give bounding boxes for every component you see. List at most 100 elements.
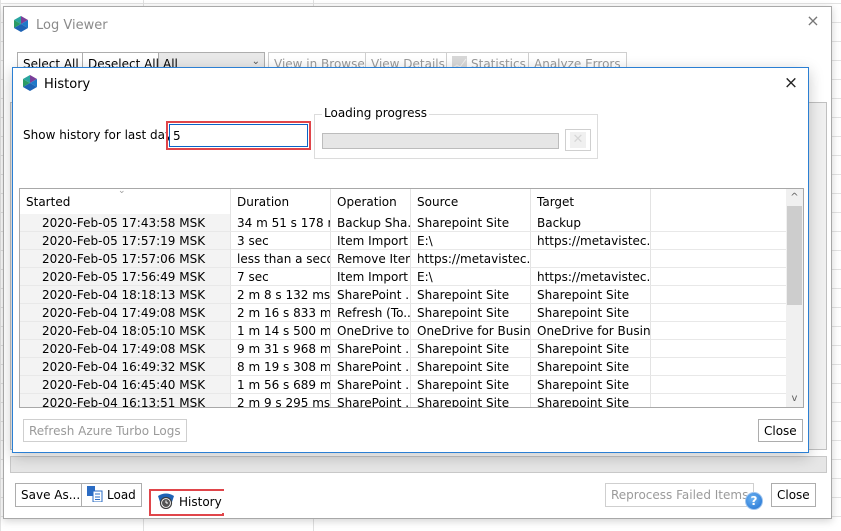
cell-operation: Item Import [331,232,411,250]
cell-operation: OneDrive to... [331,322,411,340]
table-row[interactable]: 2020-Feb-05 17:56:49 MSK 7 sec Item Import… [20,268,787,286]
cell-operation: SharePoint ... [331,286,411,304]
close-button[interactable]: Close [771,483,816,507]
cell-source: OneDrive for Busin... [411,322,531,340]
cell-source: Sharepoint Site [411,376,531,394]
history-title: History [44,77,91,92]
scrollbar-thumb[interactable] [787,206,802,305]
reprocess-failed-items-button[interactable]: Reprocess Failed Items [605,483,755,507]
vertical-scrollbar[interactable]: ^ v [786,189,803,407]
table-row[interactable]: 2020-Feb-04 17:49:08 MSK 2 m 16 s 833 ms R… [20,304,787,322]
cell-source: https://metavistec... [411,250,531,268]
table-body: 2020-Feb-05 17:43:58 MSK34 m 51 s 178 ms… [20,214,787,407]
cell-source: Sharepoint Site [411,340,531,358]
help-icon[interactable]: ? [745,492,763,510]
column-header-operation[interactable]: Operation [331,189,411,214]
cell-started: 2020-Feb-04 17:49:08 MSK [20,304,231,322]
cell-duration: 7 sec [231,268,331,286]
cell-operation: Remove Item [331,250,411,268]
days-input[interactable] [169,124,308,147]
cell-source: Sharepoint Site [411,286,531,304]
cell-operation: Item Import [331,268,411,286]
cell-duration: 2 m 8 s 132 ms [231,286,331,304]
cell-source: Sharepoint Site [411,214,531,232]
cell-operation: SharePoint ... [331,376,411,394]
cell-duration: 2 m 9 s 295 ms [231,394,331,407]
cell-duration: 8 m 19 s 308 ms [231,358,331,376]
cell-started: 2020-Feb-04 16:45:40 MSK [20,376,231,394]
scroll-down-icon[interactable]: v [786,390,803,407]
table-header: ⌄ Started Duration Operation Source Targ… [20,189,787,214]
status-bar [10,456,827,473]
cell-target: Sharepoint Site [531,358,651,376]
log-viewer-close-icon[interactable]: × [805,13,821,29]
table-row[interactable]: 2020-Feb-04 17:49:08 MSK 9 m 31 s 968 ms S… [20,340,787,358]
cell-duration: 3 sec [231,232,331,250]
column-header-started[interactable]: ⌄ Started [20,189,231,214]
cell-filler [651,358,787,376]
cell-operation: SharePoint ... [331,394,411,407]
history-titlebar: History [22,75,90,94]
cell-started: 2020-Feb-04 16:49:32 MSK [20,358,231,376]
table-row[interactable]: 2020-Feb-04 16:49:32 MSK 8 m 19 s 308 ms S… [20,358,787,376]
table-row[interactable]: 2020-Feb-05 17:57:19 MSK 3 sec Item Import… [20,232,787,250]
history-close-button[interactable]: Close [758,419,803,442]
log-viewer-titlebar: Log Viewer [13,15,108,35]
cell-filler [651,340,787,358]
loading-progress-label: Loading progress [322,106,429,120]
table-row[interactable]: 2020-Feb-04 18:05:10 MSK 1 m 14 s 500 ms O… [20,322,787,340]
scroll-up-icon[interactable]: ^ [786,189,803,206]
cell-started: 2020-Feb-05 17:43:58 MSK [20,214,231,232]
cell-duration: 9 m 31 s 968 ms [231,340,331,358]
column-header-target[interactable]: Target [531,189,651,214]
table-row[interactable]: 2020-Feb-04 16:45:40 MSK 1 m 56 s 689 ms S… [20,376,787,394]
cell-source: Sharepoint Site [411,304,531,322]
column-header-duration[interactable]: Duration [231,189,331,214]
cell-duration: less than a seco... [231,250,331,268]
cell-source: E:\ [411,232,531,250]
cell-filler [651,250,787,268]
cell-started: 2020-Feb-04 18:18:13 MSK [20,286,231,304]
load-button[interactable]: Load [81,483,142,507]
cell-target: Sharepoint Site [531,376,651,394]
sort-chevron-icon: ⌄ [118,188,126,196]
table-row[interactable]: 2020-Feb-05 17:57:06 MSKless than a seco… [20,250,787,268]
cell-target: Sharepoint Site [531,394,651,407]
load-label: Load [107,488,136,502]
cell-target: https://metavistec... [531,232,651,250]
refresh-azure-turbo-logs-button[interactable]: Refresh Azure Turbo Logs [23,419,187,442]
cell-filler [651,232,787,250]
cell-filler [651,286,787,304]
cell-source: E:\ [411,268,531,286]
history-clock-icon [157,493,175,512]
cell-target: OneDrive for Busin... [531,322,651,340]
table-row[interactable]: 2020-Feb-04 16:13:51 MSK 2 m 9 s 295 ms Sh… [20,394,787,407]
cell-started: 2020-Feb-04 17:49:08 MSK [20,340,231,358]
chevron-down-icon: ⌄ [251,56,260,67]
column-header-source[interactable]: Source [411,189,531,214]
cell-filler [651,394,787,407]
cell-target: Backup [531,214,651,232]
days-label: Show history for last days : [23,128,187,142]
cell-started: 2020-Feb-04 18:05:10 MSK [20,322,231,340]
cell-started: 2020-Feb-05 17:57:19 MSK [20,232,231,250]
load-icon [87,485,103,505]
cell-source: Sharepoint Site [411,394,531,407]
cell-target: Sharepoint Site [531,286,651,304]
save-as-button[interactable]: Save As... [15,483,87,507]
cell-duration: 1 m 56 s 689 ms [231,376,331,394]
cell-filler [651,376,787,394]
cell-filler [651,304,787,322]
cell-started: 2020-Feb-04 16:13:51 MSK [20,394,231,407]
cell-duration: 1 m 14 s 500 ms [231,322,331,340]
table-row[interactable]: 2020-Feb-04 18:18:13 MSK 2 m 8 s 132 ms Sh… [20,286,787,304]
history-button[interactable]: History [152,491,227,513]
cell-operation: Backup Sha... [331,214,411,232]
cell-target: Sharepoint Site [531,304,651,322]
cell-started: 2020-Feb-05 17:57:06 MSK [20,250,231,268]
cancel-loading-button[interactable]: ✕ [565,129,591,151]
table-row[interactable]: 2020-Feb-05 17:43:58 MSK34 m 51 s 178 ms… [20,214,787,232]
cancel-icon: ✕ [570,132,586,148]
cell-filler [651,268,787,286]
history-close-icon[interactable]: × [782,74,800,92]
